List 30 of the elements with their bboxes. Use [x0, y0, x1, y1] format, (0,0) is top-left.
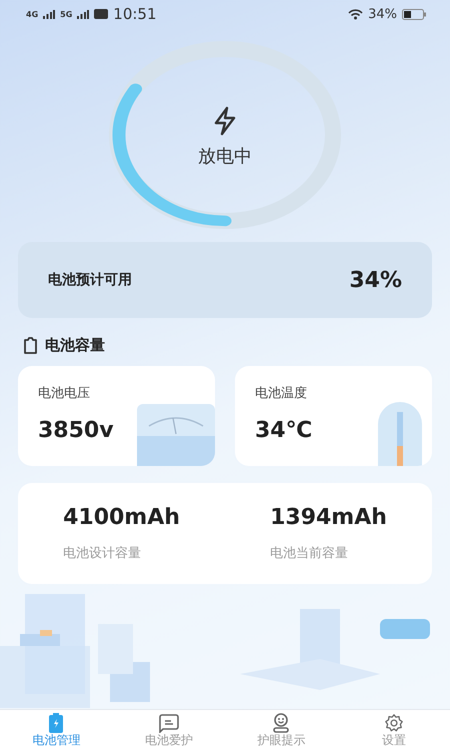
- nav-tab[interactable]: 护眼提示: [225, 710, 338, 750]
- signal-icon: [43, 10, 56, 18]
- chat-bubble-icon: [158, 713, 180, 733]
- lightning-bolt-icon: [212, 106, 238, 136]
- network-label: 4G: [26, 10, 38, 18]
- capacity-value: 1394mAh: [270, 505, 387, 530]
- nav-tab[interactable]: 电池管理: [0, 710, 112, 750]
- discharge-status: 放电中: [198, 145, 252, 168]
- stat-label: 电池温度: [255, 385, 307, 402]
- clock-time: 10:51: [113, 5, 157, 23]
- stat-value: 3850v: [38, 418, 114, 443]
- battery-icon: [402, 8, 426, 20]
- capacity-label: 电池设计容量: [63, 545, 142, 562]
- capacity-label: 电池当前容量: [270, 545, 350, 562]
- capacity-value: 4100mAh: [63, 505, 180, 530]
- wifi-icon: [348, 8, 364, 20]
- stat-label: 电池电压: [38, 385, 90, 402]
- nav-tab[interactable]: 设置: [338, 710, 450, 750]
- nav-tab[interactable]: 电池爱护: [112, 710, 225, 750]
- thermometer-jar-drawing: [376, 402, 424, 466]
- estimate-label: 电池预计可用: [48, 271, 132, 289]
- stat-value: 34℃: [255, 418, 312, 443]
- battery-bolt-icon: [49, 713, 64, 733]
- settings-icon: [382, 713, 405, 733]
- section-title: 电池容量: [45, 336, 105, 354]
- battery-outline-icon: [24, 336, 37, 354]
- battery-percent: 34%: [368, 6, 397, 22]
- estimate-value: 34%: [349, 268, 402, 292]
- signal-icon: [77, 10, 90, 18]
- network-label: 5G: [60, 10, 72, 18]
